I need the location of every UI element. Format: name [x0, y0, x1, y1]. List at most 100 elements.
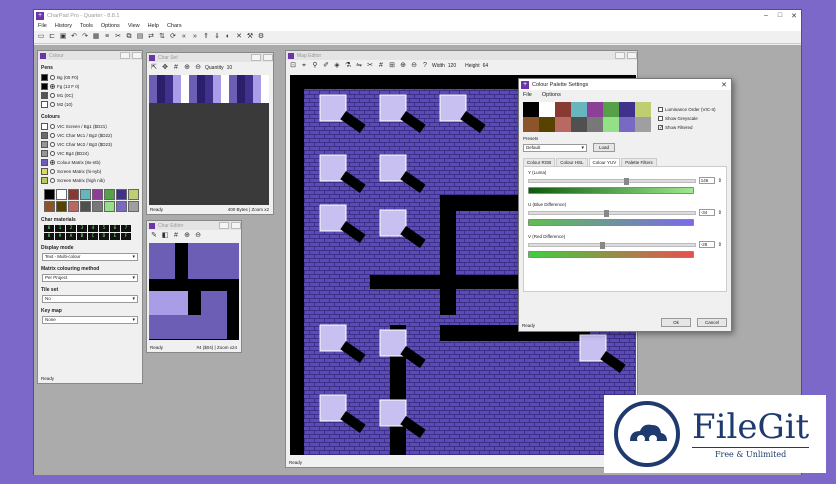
- colour-row[interactable]: Colour Matrix (8x-ntb): [38, 158, 142, 167]
- rotate-icon[interactable]: ⟳: [169, 33, 177, 41]
- editor-pixel[interactable]: [201, 303, 214, 315]
- zoom-out-icon[interactable]: ⊖: [410, 62, 418, 70]
- dialog-option[interactable]: ✓ Show Filtered: [655, 123, 716, 132]
- dialog-swatch[interactable]: [539, 117, 555, 132]
- copy-icon[interactable]: ⧉: [125, 33, 133, 41]
- tile-set-select[interactable]: No: [42, 295, 138, 303]
- editor-pixel[interactable]: [149, 291, 162, 303]
- charset-char[interactable]: [261, 82, 269, 89]
- editor-pixel[interactable]: [214, 243, 227, 255]
- char-material-cell[interactable]: 8: [44, 233, 54, 240]
- charset-char[interactable]: [149, 75, 157, 82]
- char-material-cell[interactable]: 2: [66, 225, 76, 232]
- char-material-cell[interactable]: 5: [99, 225, 109, 232]
- charset-char[interactable]: [157, 89, 165, 96]
- move-icon[interactable]: ✥: [161, 64, 169, 72]
- grid-icon[interactable]: #: [172, 64, 180, 72]
- dialog-tab[interactable]: Colour HSL: [556, 158, 588, 166]
- char-material-cell[interactable]: C: [88, 233, 98, 240]
- charset-char[interactable]: [221, 82, 229, 89]
- editor-pixel[interactable]: [188, 303, 201, 315]
- colour-radio[interactable]: [50, 178, 55, 183]
- editor-pixel[interactable]: [162, 303, 175, 315]
- tool-icon[interactable]: ⚒: [246, 33, 254, 41]
- list-icon[interactable]: ≡: [103, 33, 111, 41]
- colour-radio[interactable]: [50, 160, 55, 165]
- menu-history[interactable]: History: [55, 23, 72, 29]
- panel-button[interactable]: [627, 52, 637, 59]
- dialog-swatch[interactable]: [635, 102, 651, 117]
- charset-char[interactable]: [157, 75, 165, 82]
- slider-thumb[interactable]: [603, 209, 609, 217]
- charset-char[interactable]: [197, 89, 205, 96]
- grid-icon[interactable]: #: [377, 62, 385, 70]
- pen-radio[interactable]: [50, 102, 55, 107]
- option-checkbox[interactable]: ✓: [658, 125, 663, 131]
- editor-pixel[interactable]: [188, 315, 201, 327]
- pen-row[interactable]: M1 (0C): [38, 91, 142, 100]
- editor-pixel[interactable]: [214, 303, 227, 315]
- dialog-swatch[interactable]: [619, 117, 635, 132]
- charset-char[interactable]: [229, 82, 237, 89]
- charset-char[interactable]: [261, 75, 269, 82]
- matrix-method-select[interactable]: Per Project: [42, 274, 138, 282]
- dialog-swatch[interactable]: [603, 117, 619, 132]
- editor-pixel[interactable]: [149, 255, 162, 267]
- editor-pixel[interactable]: [149, 327, 162, 339]
- charset-char[interactable]: [157, 82, 165, 89]
- editor-pixel[interactable]: [162, 279, 175, 291]
- menu-help[interactable]: Help: [148, 23, 159, 29]
- colour-row[interactable]: VIC Char Mc1 / Bg2 ($D22): [38, 131, 142, 140]
- eyedropper-icon[interactable]: ⚗: [344, 62, 352, 70]
- editor-pixel[interactable]: [149, 303, 162, 315]
- charset-char[interactable]: [173, 82, 181, 89]
- zoom-in-icon[interactable]: ⊕: [183, 64, 191, 72]
- grid-icon[interactable]: #: [172, 232, 180, 240]
- key-map-select[interactable]: None: [42, 316, 138, 324]
- zoom-in-icon[interactable]: ⊕: [183, 232, 191, 240]
- spin-icon[interactable]: ⇕: [718, 178, 722, 184]
- maximize-button[interactable]: □: [773, 12, 787, 20]
- charset-char[interactable]: [181, 89, 189, 96]
- editor-pixel[interactable]: [201, 279, 214, 291]
- panel-button[interactable]: [615, 52, 625, 59]
- dialog-swatch[interactable]: [619, 102, 635, 117]
- palette-swatch[interactable]: [56, 201, 67, 212]
- pen-radio[interactable]: [50, 93, 55, 98]
- charset-char[interactable]: [189, 75, 197, 82]
- palette-swatch[interactable]: [56, 189, 67, 200]
- editor-pixel[interactable]: [214, 267, 227, 279]
- editor-pixel[interactable]: [149, 315, 162, 327]
- snap-icon[interactable]: ⊞: [388, 62, 396, 70]
- editor-pixel[interactable]: [201, 267, 214, 279]
- editor-pixel[interactable]: [188, 255, 201, 267]
- palette-swatch[interactable]: [116, 201, 127, 212]
- colour-row[interactable]: VIC Char Mc2 / Bg3 ($D23): [38, 140, 142, 149]
- slider-track[interactable]: [528, 209, 696, 217]
- charset-char[interactable]: [173, 89, 181, 96]
- charset-char[interactable]: [213, 89, 221, 96]
- dialog-swatch[interactable]: [539, 102, 555, 117]
- char-material-cell[interactable]: A: [66, 233, 76, 240]
- palette-swatch[interactable]: [92, 201, 103, 212]
- zoom-out-icon[interactable]: ⊖: [194, 64, 202, 72]
- up-icon[interactable]: ⇑: [202, 33, 210, 41]
- spin-icon[interactable]: ⇕: [718, 210, 722, 216]
- editor-pixel[interactable]: [201, 291, 214, 303]
- editor-pixel[interactable]: [201, 315, 214, 327]
- colour-row[interactable]: Screen Matrix (high nib): [38, 176, 142, 185]
- charset-char[interactable]: [149, 82, 157, 89]
- charset-char[interactable]: [189, 96, 197, 103]
- palette-swatch[interactable]: [68, 201, 79, 212]
- editor-pixel[interactable]: [227, 303, 239, 315]
- char-material-cell[interactable]: E: [110, 233, 120, 240]
- save-icon[interactable]: ▣: [59, 33, 67, 41]
- colour-row[interactable]: VIC Screen / Bg1 ($D21): [38, 122, 142, 131]
- palette-swatch[interactable]: [44, 189, 55, 200]
- charset-char[interactable]: [205, 82, 213, 89]
- width-value[interactable]: 120: [448, 63, 456, 69]
- close-button[interactable]: ✕: [787, 12, 801, 20]
- editor-pixel[interactable]: [201, 243, 214, 255]
- slider-value[interactable]: -28: [698, 241, 715, 248]
- slider-value[interactable]: 146: [698, 177, 715, 184]
